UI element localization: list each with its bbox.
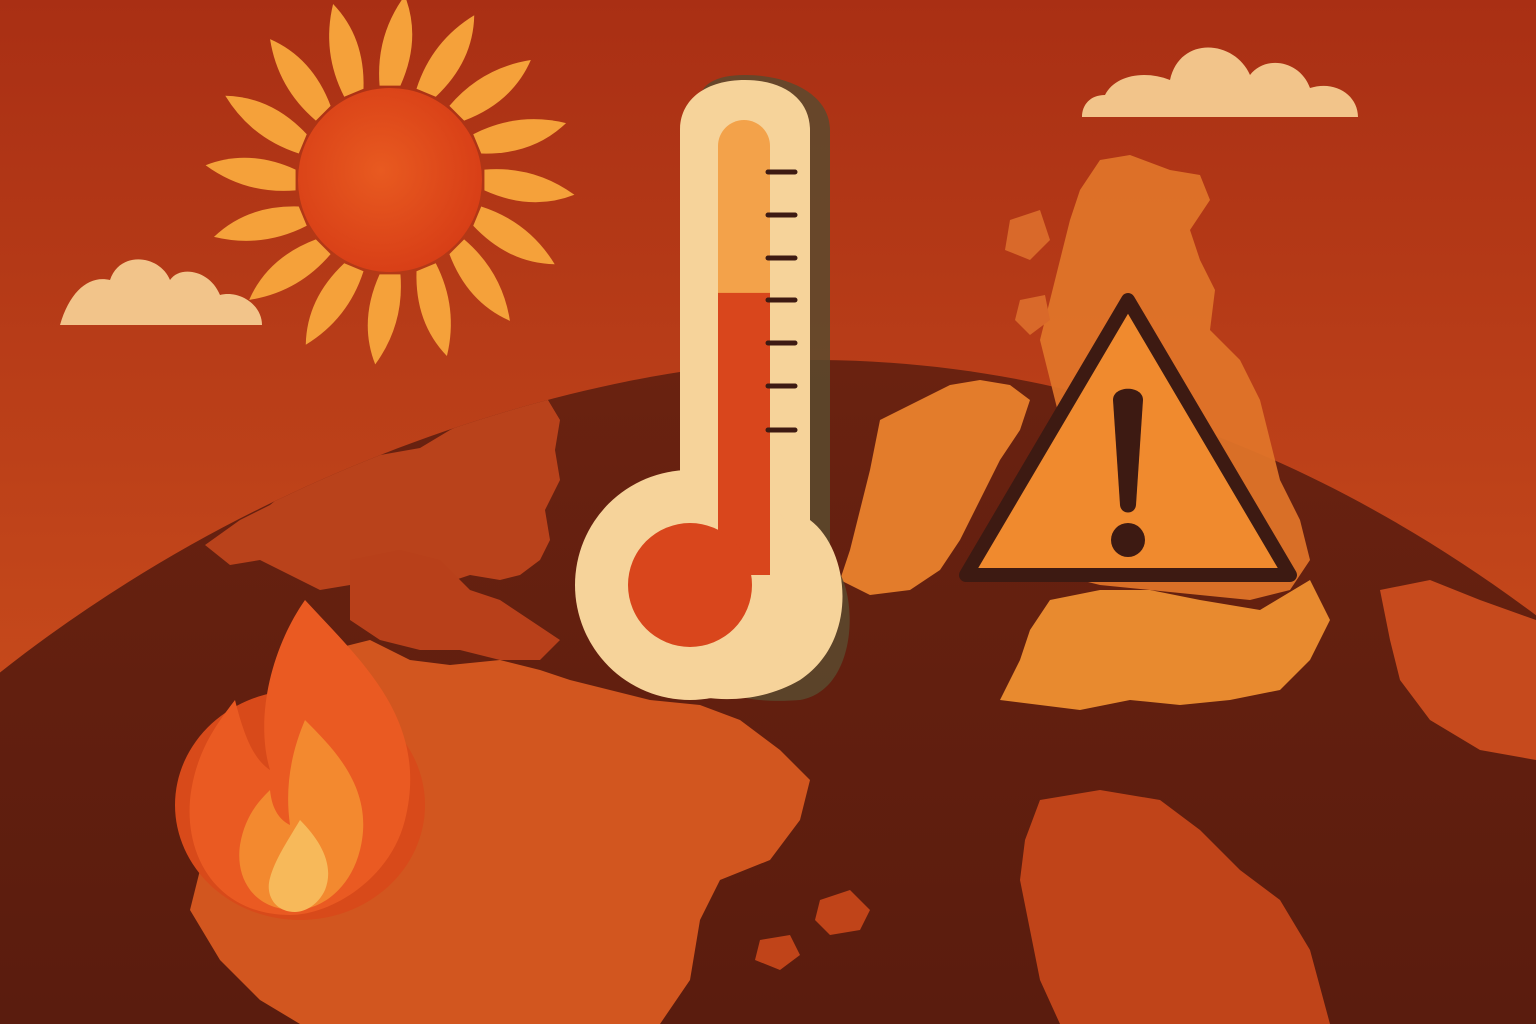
heatwave-illustration	[0, 0, 1536, 1024]
